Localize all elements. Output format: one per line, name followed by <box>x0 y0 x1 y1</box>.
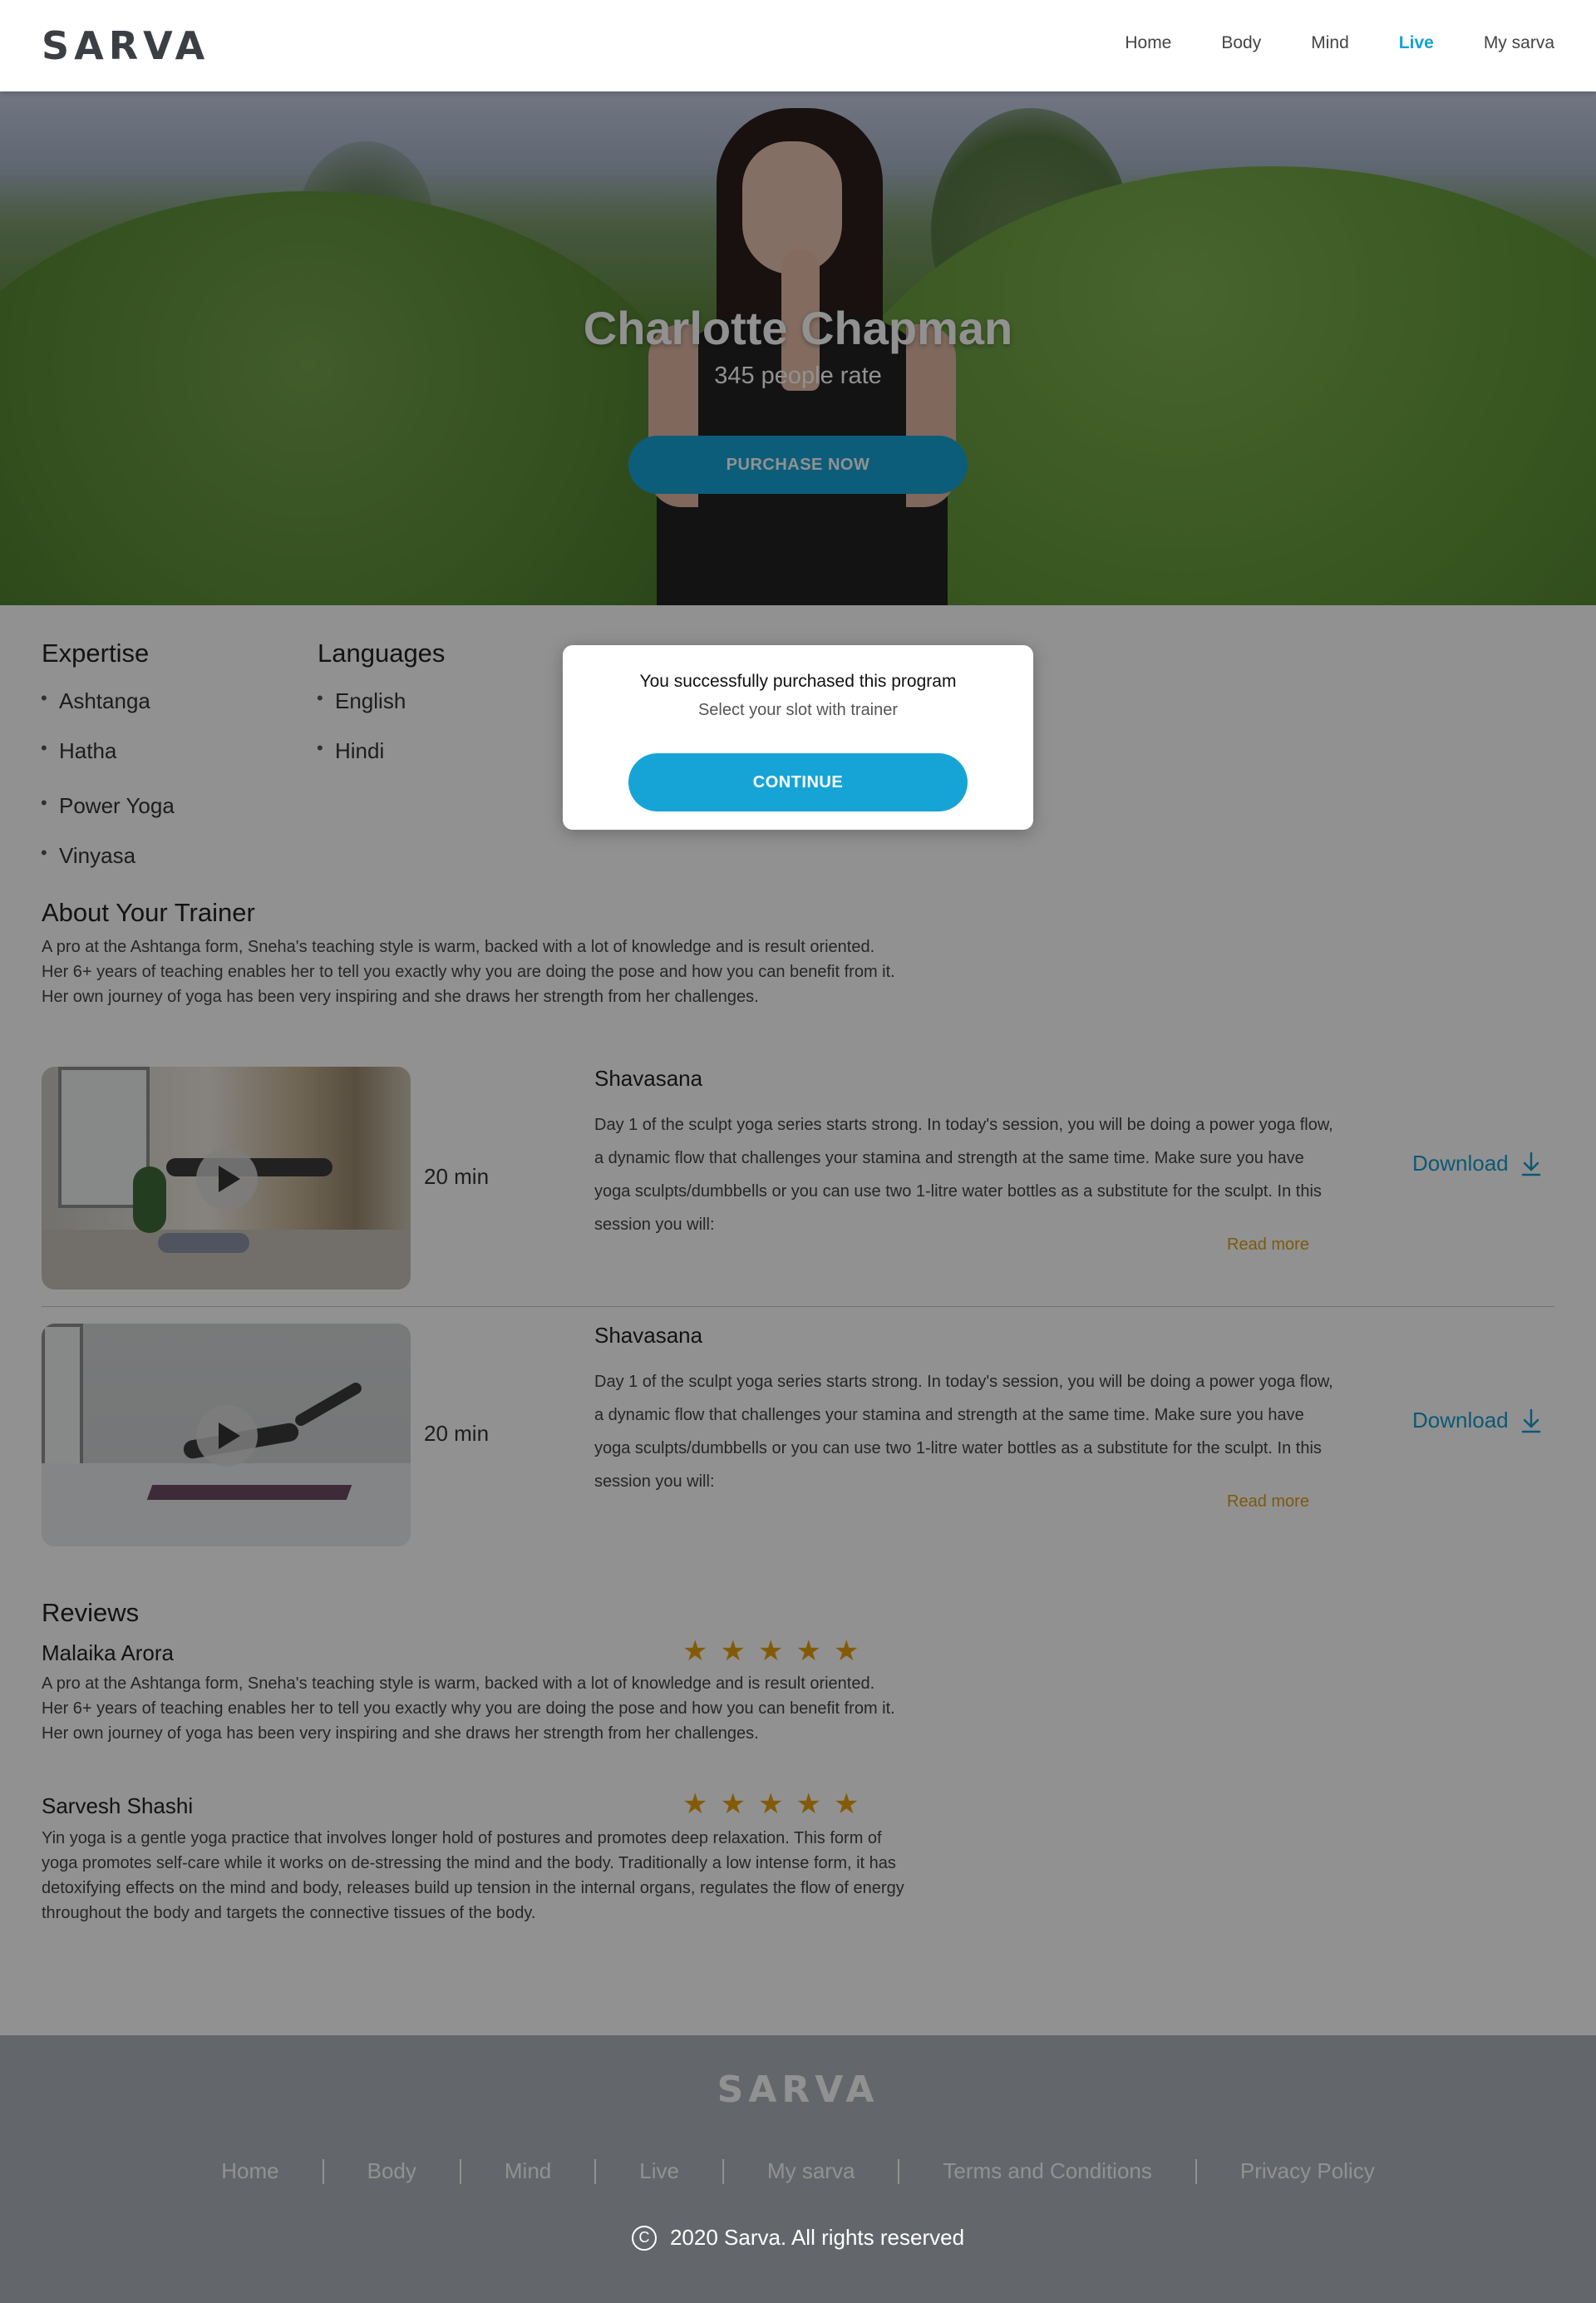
modal-title: You successfully purchased this program <box>639 672 957 691</box>
purchase-success-modal: You successfully purchased this program … <box>563 645 1033 830</box>
nav-item-my-sarva[interactable]: My sarva <box>1484 33 1554 53</box>
modal-backdrop[interactable] <box>0 91 1596 2303</box>
nav-item-body[interactable]: Body <box>1221 33 1261 53</box>
copyright-text: 2020 Sarva. All rights reserved <box>669 2225 965 2250</box>
brand-logo[interactable]: SARVA <box>42 23 209 68</box>
nav-item-home[interactable]: Home <box>1125 33 1171 53</box>
copyright: C 2020 Sarva. All rights reserved <box>0 2225 1596 2251</box>
main-nav: Home Body Mind Live My sarva <box>1125 33 1554 53</box>
nav-item-mind[interactable]: Mind <box>1311 33 1349 53</box>
continue-button[interactable]: CONTINUE <box>628 753 968 811</box>
site-header: SARVA Home Body Mind Live My sarva <box>0 0 1596 91</box>
copyright-icon: C <box>631 2225 657 2251</box>
modal-subtitle: Select your slot with trainer <box>697 701 899 719</box>
nav-item-live[interactable]: Live <box>1399 33 1434 53</box>
